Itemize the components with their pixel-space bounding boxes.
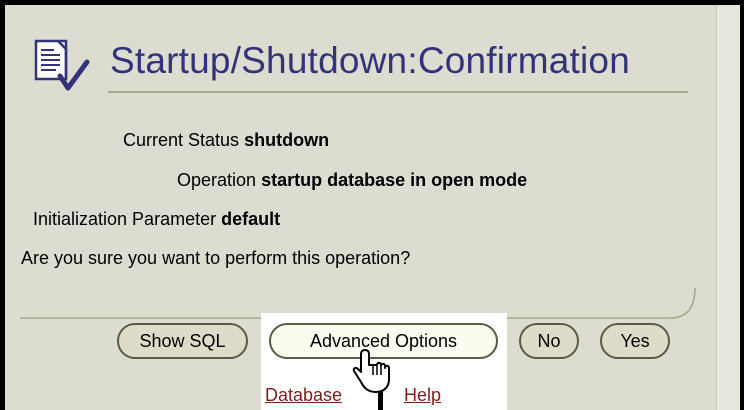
confirmation-prompt: Are you sure you want to perform this op… xyxy=(21,248,411,268)
show-sql-button[interactable]: Show SQL xyxy=(117,323,248,359)
page-title: Startup/Shutdown:Confirmation xyxy=(110,40,630,81)
help-link[interactable]: Help xyxy=(404,385,441,406)
right-column xyxy=(716,5,740,410)
init-param-label: Initialization Parameter xyxy=(33,209,217,229)
yes-button[interactable]: Yes xyxy=(600,323,670,359)
current-status-value: shutdown xyxy=(244,130,330,150)
init-param-row: Initialization Parameter default xyxy=(33,209,280,230)
database-link[interactable]: Database xyxy=(265,385,342,406)
no-button[interactable]: No xyxy=(519,323,579,359)
document-check-icon xyxy=(34,39,90,91)
operation-row: Operation startup database in open mode xyxy=(177,170,527,191)
operation-value: startup database in open mode xyxy=(261,170,528,190)
title-divider xyxy=(108,91,688,93)
hand-pointer-cursor-icon xyxy=(352,349,390,393)
current-status-label: Current Status xyxy=(123,130,240,150)
current-status-row: Current Status shutdown xyxy=(123,130,329,151)
operation-label: Operation xyxy=(177,170,257,190)
init-param-value: default xyxy=(221,209,281,229)
